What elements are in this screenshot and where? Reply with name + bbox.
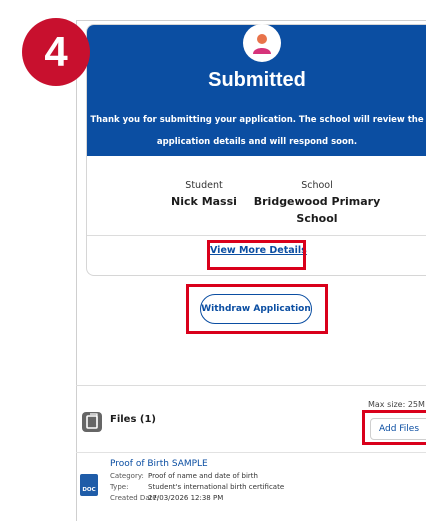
highlight-add-files: [362, 410, 426, 445]
file-created-value: 27/03/2026 12:38 PM: [148, 494, 224, 502]
status-card: Submitted Thank you for submitting your …: [86, 24, 426, 276]
student-name: Nick Massi: [171, 195, 237, 208]
school-info: School Bridgewood Primary School: [247, 180, 387, 227]
card-divider: [87, 235, 426, 236]
status-title: Submitted: [208, 69, 306, 91]
file-type: Type: Student's international birth certi…: [110, 483, 284, 491]
school-name: Bridgewood Primary School: [247, 193, 387, 227]
person-avatar-icon: [253, 34, 271, 54]
file-category-value: Proof of name and date of birth: [148, 472, 258, 480]
file-type-label: Type:: [110, 483, 129, 491]
status-message-line-1: Thank you for submitting your applicatio…: [90, 115, 424, 125]
doc-file-icon-label: DOC: [82, 487, 96, 493]
max-size-label: Max size: 25M: [368, 400, 425, 409]
student-label: Student: [185, 180, 223, 191]
file-category: Category: Proof of name and date of birth: [110, 472, 258, 480]
highlight-view-details: [207, 240, 306, 270]
doc-file-icon: DOC: [80, 474, 98, 496]
file-created-date: Created Date:27/03/2026 12:38 PM: [110, 494, 223, 502]
avatar: [243, 24, 281, 62]
files-section: [76, 385, 426, 386]
school-label: School: [301, 180, 333, 191]
files-icon: [82, 412, 102, 432]
status-message-line-2: application details and will respond soo…: [156, 137, 358, 147]
highlight-withdraw: [186, 284, 328, 334]
file-created-label: Created Date:: [110, 494, 160, 502]
school-name-line-1: Bridgewood Primary: [253, 195, 381, 208]
student-info: Student Nick Massi: [159, 180, 249, 210]
files-divider: [76, 452, 426, 453]
file-category-label: Category:: [110, 472, 144, 480]
file-type-value: Student's international birth certificat…: [148, 483, 285, 491]
status-message: Thank you for submitting your applicatio…: [87, 109, 426, 153]
school-name-line-2: School: [296, 212, 338, 225]
step-number-badge: 4: [22, 18, 90, 86]
file-name-link[interactable]: Proof of Birth SAMPLE: [110, 459, 208, 469]
files-title: Files (1): [110, 414, 157, 425]
